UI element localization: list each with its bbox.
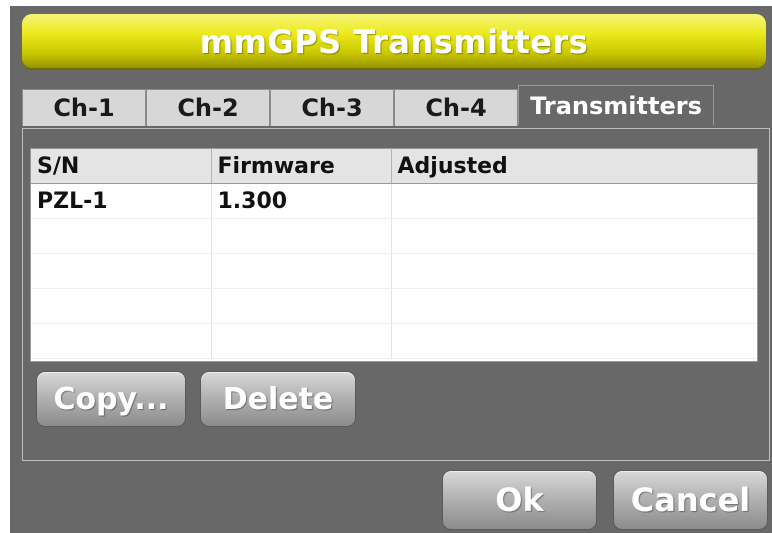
table-row[interactable] [31, 253, 757, 289]
tab-ch-3[interactable]: Ch-3 [270, 89, 394, 126]
cell-firmware [211, 253, 392, 289]
cell-firmware [211, 218, 392, 254]
cell-firmware [211, 323, 392, 359]
transmitters-dialog: mmGPS Transmitters Ch-1 Ch-2 Ch-3 Ch-4 T… [10, 6, 772, 533]
tab-ch-2[interactable]: Ch-2 [146, 89, 270, 126]
table-row[interactable] [31, 288, 757, 324]
cancel-button[interactable]: Cancel [613, 470, 768, 530]
dialog-title: mmGPS Transmitters [199, 23, 589, 61]
cell-sn [31, 323, 212, 359]
tab-strip: Ch-1 Ch-2 Ch-3 Ch-4 Transmitters [22, 85, 714, 129]
cell-adjusted [391, 323, 757, 359]
cell-sn: PZL-1 [31, 183, 212, 219]
cell-firmware [211, 288, 392, 324]
tab-ch-1[interactable]: Ch-1 [22, 89, 146, 126]
cell-adjusted [391, 288, 757, 324]
cell-firmware: 1.300 [211, 183, 392, 219]
table-row[interactable]: PZL-1 1.300 [31, 183, 757, 219]
table-row[interactable] [31, 323, 757, 359]
cell-sn [31, 218, 212, 254]
delete-button[interactable]: Delete [200, 371, 356, 427]
column-header-firmware[interactable]: Firmware [211, 149, 392, 184]
cell-adjusted [391, 253, 757, 289]
cell-sn [31, 253, 212, 289]
column-header-sn[interactable]: S/N [31, 149, 212, 184]
cell-adjusted [391, 218, 757, 254]
copy-button[interactable]: Copy... [36, 371, 186, 427]
cell-sn [31, 288, 212, 324]
transmitters-table: S/N Firmware Adjusted PZL-1 1.300 [30, 148, 758, 362]
tab-ch-4[interactable]: Ch-4 [394, 89, 518, 126]
tab-transmitters[interactable]: Transmitters [518, 85, 714, 125]
table-row[interactable] [31, 218, 757, 254]
cell-adjusted [391, 183, 757, 219]
column-header-adjusted[interactable]: Adjusted [391, 149, 757, 184]
ok-button[interactable]: Ok [442, 470, 597, 530]
title-bar: mmGPS Transmitters [22, 14, 766, 70]
table-header-row: S/N Firmware Adjusted [31, 149, 757, 184]
